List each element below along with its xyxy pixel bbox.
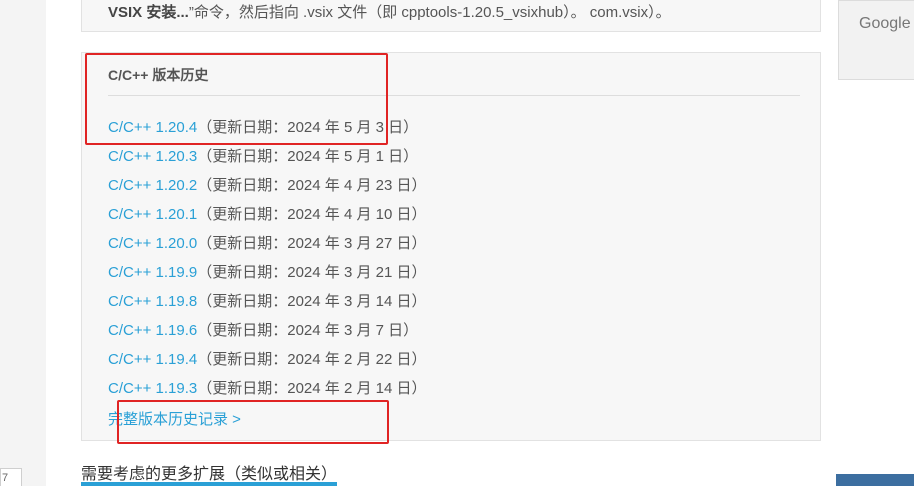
version-link[interactable]: C/C++ 1.19.8 [108,293,197,310]
version-row: C/C++ 1.19.8（更新日期：2024 年 3 月 14 日） [108,291,426,320]
version-date: （更新日期：2024 年 2 月 22 日） [197,351,427,368]
version-row: C/C++ 1.20.3（更新日期：2024 年 5 月 1 日） [108,146,426,175]
related-extensions-heading[interactable]: 需要考虑的更多扩展（类似或相关） [81,460,337,484]
version-row: C/C++ 1.19.9（更新日期：2024 年 3 月 21 日） [108,262,426,291]
google-label: Google T [859,15,914,32]
version-link[interactable]: C/C++ 1.20.1 [108,206,197,223]
version-link[interactable]: C/C++ 1.19.4 [108,351,197,368]
version-row: C/C++ 1.19.6（更新日期：2024 年 3 月 7 日） [108,320,426,349]
version-row: C/C++ 1.20.0（更新日期：2024 年 3 月 27 日） [108,233,426,262]
version-link[interactable]: C/C++ 1.19.9 [108,264,197,281]
version-date: （更新日期：2024 年 3 月 14 日） [197,293,427,310]
highlight-box-full-history [117,400,389,444]
install-instructions-bold: VSIX 安装... [108,4,189,21]
heading-underline [81,482,337,486]
install-instructions-text: VSIX 安装...”命令，然后指向 .vsix 文件（即 cpptools-1… [108,1,671,22]
version-link[interactable]: C/C++ 1.20.0 [108,235,197,252]
version-row: C/C++ 1.20.2（更新日期：2024 年 4 月 23 日） [108,175,426,204]
version-date: （更新日期：2024 年 4 月 23 日） [197,177,427,194]
left-rail-tab[interactable]: 7 [0,468,22,486]
left-rail [0,0,46,486]
version-date: （更新日期：2024 年 3 月 7 日） [197,322,419,339]
version-date: （更新日期：2024 年 3 月 21 日） [197,264,427,281]
bottom-right-tab[interactable] [836,474,914,486]
version-date: （更新日期：2024 年 2 月 14 日） [197,380,427,397]
version-date: （更新日期：2024 年 3 月 27 日） [197,235,427,252]
version-row: C/C++ 1.19.4（更新日期：2024 年 2 月 22 日） [108,349,426,378]
version-date: （更新日期：2024 年 5 月 1 日） [197,148,419,165]
version-list: C/C++ 1.20.4（更新日期：2024 年 5 月 3 日） C/C++ … [108,117,426,407]
google-translate-widget[interactable]: Google T [838,0,914,80]
version-link[interactable]: C/C++ 1.20.3 [108,148,197,165]
install-instructions-rest: ”命令，然后指向 .vsix 文件（即 cpptools-1.20.5_vsix… [188,4,671,21]
version-link[interactable]: C/C++ 1.20.2 [108,177,197,194]
version-link[interactable]: C/C++ 1.19.6 [108,322,197,339]
install-instructions-card: VSIX 安装...”命令，然后指向 .vsix 文件（即 cpptools-1… [81,0,821,32]
version-link[interactable]: C/C++ 1.19.3 [108,380,197,397]
highlight-box-title [85,53,388,145]
version-date: （更新日期：2024 年 4 月 10 日） [197,206,427,223]
version-row: C/C++ 1.20.1（更新日期：2024 年 4 月 10 日） [108,204,426,233]
